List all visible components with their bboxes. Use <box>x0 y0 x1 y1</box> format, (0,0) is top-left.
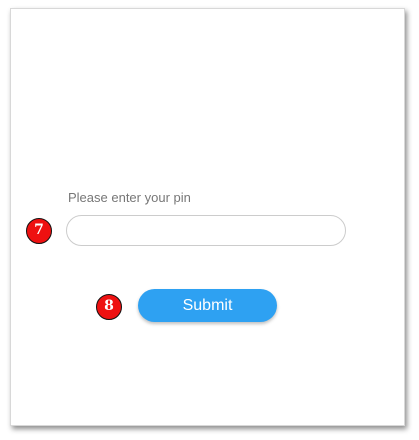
screen: Please enter your pin 7 8 Submit <box>0 0 419 440</box>
submit-button[interactable]: Submit <box>138 289 277 322</box>
annotation-marker-pin: 7 <box>26 218 52 244</box>
pin-label: Please enter your pin <box>68 190 191 205</box>
pin-dialog: Please enter your pin 7 8 Submit <box>10 8 405 426</box>
pin-input[interactable] <box>66 215 346 246</box>
annotation-marker-submit: 8 <box>96 294 122 320</box>
